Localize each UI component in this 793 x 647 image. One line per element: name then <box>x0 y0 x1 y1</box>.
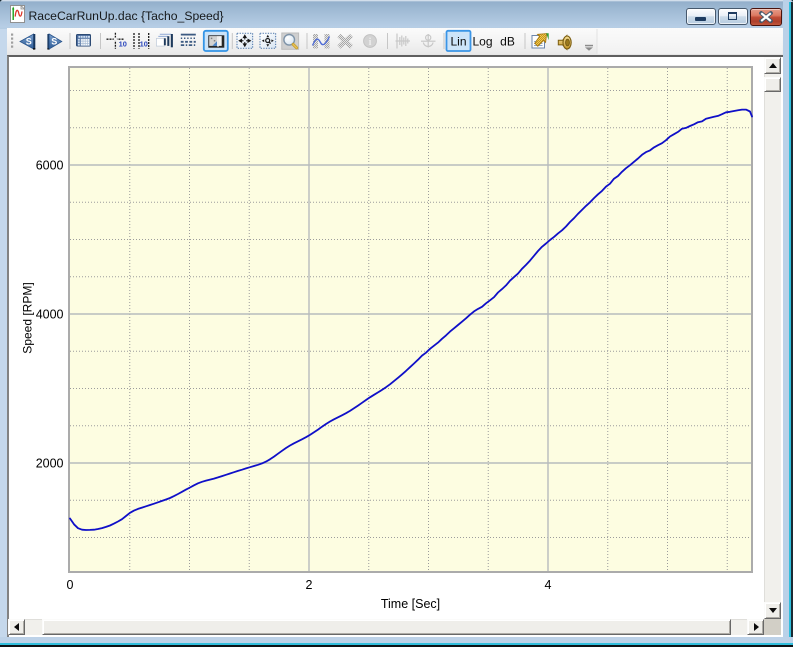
svg-text:Speed [RPM]: Speed [RPM] <box>21 282 35 353</box>
svg-text:Time [Sec]: Time [Sec] <box>381 597 440 611</box>
svg-text:6000: 6000 <box>36 159 64 173</box>
svg-text:4: 4 <box>545 578 552 592</box>
svg-text:4000: 4000 <box>36 308 64 322</box>
svg-text:2: 2 <box>306 578 313 592</box>
svg-text:0: 0 <box>67 578 74 592</box>
svg-text:2000: 2000 <box>36 457 64 471</box>
